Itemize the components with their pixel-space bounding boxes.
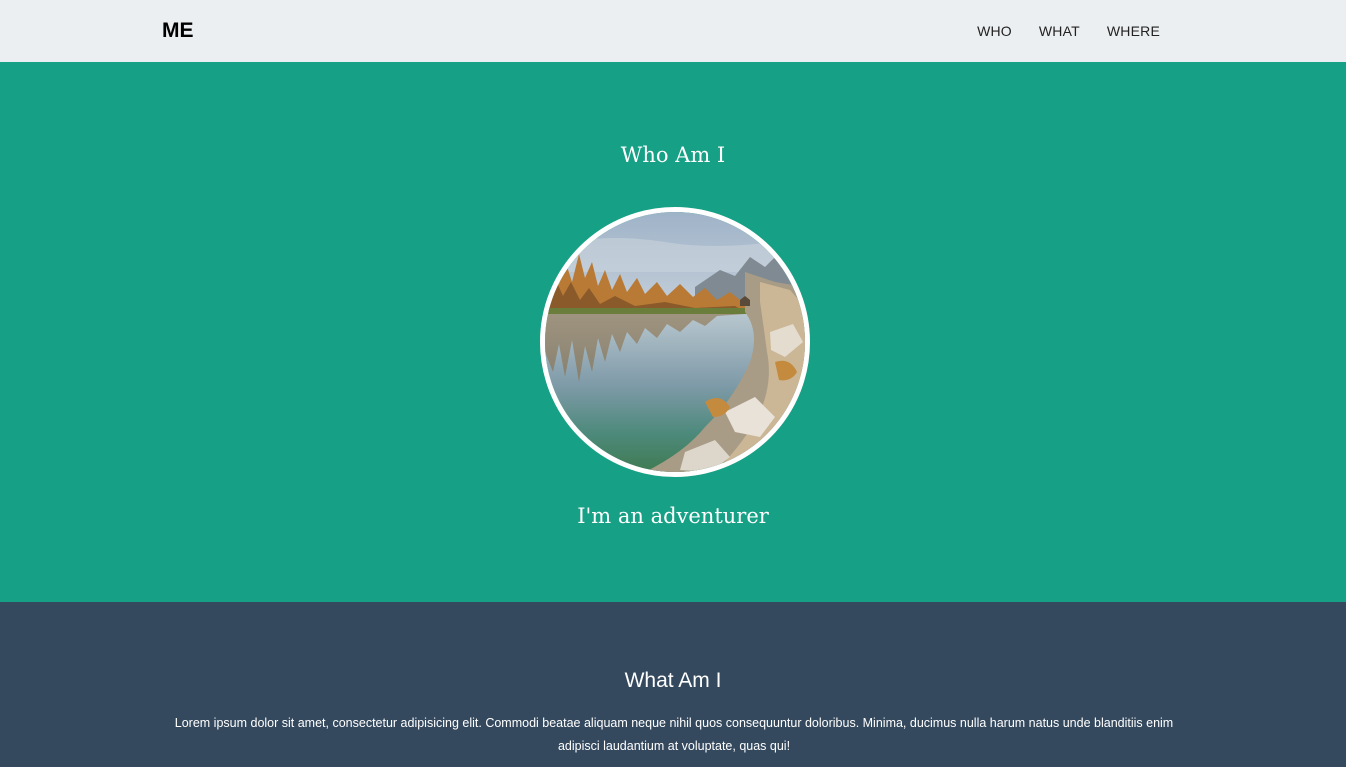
landscape-lake-photo-icon (545, 212, 805, 472)
what-section-text: Lorem ipsum dolor sit amet, consectetur … (174, 716, 1174, 753)
who-section-title: Who Am I (620, 143, 726, 167)
nav-links: WHO WHAT WHERE (950, 23, 1160, 39)
what-section: What Am I Lorem ipsum dolor sit amet, co… (0, 602, 1346, 767)
nav-link-who[interactable]: WHO (977, 23, 1012, 39)
top-navbar: ME WHO WHAT WHERE (0, 0, 1346, 62)
nav-link-what[interactable]: WHAT (1039, 23, 1080, 39)
who-section: Who Am I I'm an adventurer (0, 62, 1346, 602)
nav-link-where[interactable]: WHERE (1107, 23, 1160, 39)
who-tagline: I'm an adventurer (577, 504, 769, 528)
what-section-title: What Am I (624, 669, 722, 692)
profile-image (540, 207, 810, 477)
brand-logo-link[interactable]: ME (162, 18, 194, 44)
